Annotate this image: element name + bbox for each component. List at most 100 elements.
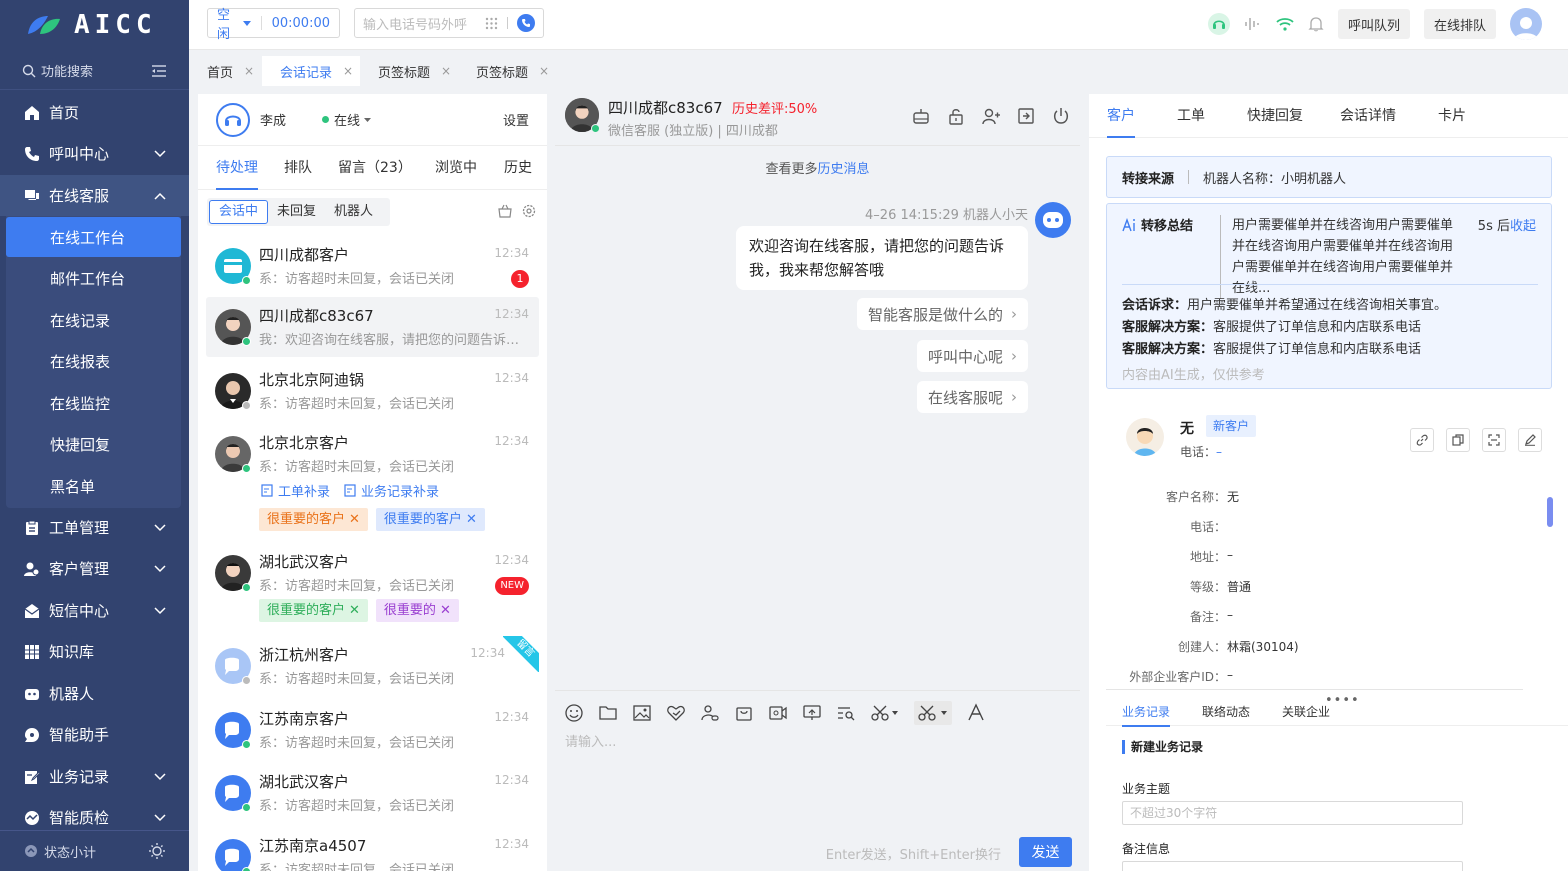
nav-assistant[interactable]: 智能助手 — [0, 714, 189, 755]
dial-input[interactable]: 输入电话号码外呼 — [354, 8, 544, 38]
close-icon[interactable]: ✕ — [349, 599, 360, 622]
scissors-hide-icon[interactable] — [914, 701, 952, 725]
close-icon[interactable]: × — [441, 64, 451, 78]
customer-tag[interactable]: 很重要的客户 ✕ — [259, 508, 368, 531]
status-summary[interactable]: 状态小计 — [0, 830, 189, 871]
filter-in-session[interactable]: 会话中 — [209, 200, 269, 224]
settings-link[interactable]: 设置 — [503, 110, 529, 129]
nav-home[interactable]: 首页 — [0, 92, 189, 133]
tab-quick-reply[interactable]: 快捷回复 — [1247, 94, 1303, 138]
tab-messages[interactable]: 留言（23） — [338, 146, 412, 190]
conversation-item[interactable]: 四川成都客户 12:34 系：访客超时未回复，会话已关闭 1 — [206, 236, 539, 296]
conversation-item[interactable]: 北京北京阿迪锅 12:34 系：访客超时未回复，会话已关闭 — [206, 361, 539, 421]
collapse-link[interactable]: 收起 — [1510, 219, 1536, 234]
quick-question-button[interactable]: 智能客服是做什么的 › — [856, 298, 1028, 330]
copy-icon[interactable] — [1446, 428, 1470, 452]
basket-icon[interactable] — [498, 204, 512, 218]
close-icon[interactable]: ✕ — [466, 508, 477, 531]
tab-queue[interactable]: 排队 — [284, 146, 312, 190]
page-tab-title-1[interactable]: 页签标题 × — [360, 56, 458, 86]
tab-related-company[interactable]: 关联企业 — [1282, 703, 1330, 725]
send-button[interactable]: 发送 — [1019, 837, 1072, 867]
customer-tag[interactable]: 很重要的 ✕ — [375, 599, 459, 622]
unlock-icon[interactable] — [946, 106, 966, 126]
message-input[interactable]: 请输入... — [565, 731, 616, 750]
sub-quick-reply[interactable]: 快捷回复 — [6, 424, 181, 464]
page-tab-home[interactable]: 首页 × — [189, 56, 262, 86]
keypad-icon[interactable] — [485, 17, 498, 30]
image-icon[interactable] — [632, 703, 652, 723]
conversation-item[interactable]: 江苏南京客户 12:34 系：访客超时未回复，会话已关闭 — [206, 700, 539, 760]
conversation-item[interactable]: 湖北武汉客户 12:34 系：访客超时未回复，会话已关闭 NEW 很重要的客户 ✕… — [206, 543, 539, 633]
headset-status-icon[interactable] — [1207, 13, 1230, 35]
note-input[interactable] — [1122, 861, 1463, 871]
video-icon[interactable] — [768, 703, 788, 723]
close-icon[interactable]: × — [539, 64, 549, 78]
customer-tag[interactable]: 很重要的客户 ✕ — [259, 599, 368, 622]
screen-share-icon[interactable] — [802, 703, 822, 723]
ticket-supplement-link[interactable]: 工单补录 — [261, 481, 330, 500]
agent-status-selector[interactable]: 空闲 00:00:00 — [207, 8, 340, 42]
tab-cards[interactable]: 卡片 — [1438, 94, 1466, 138]
sub-email-workbench[interactable]: 邮件工作台 — [6, 258, 181, 298]
sub-online-reports[interactable]: 在线报表 — [6, 341, 181, 381]
text-format-icon[interactable] — [966, 703, 986, 723]
conversation-item[interactable]: 江苏南京a4507 12:34 系：访客超时未回复，会话已关闭 — [206, 827, 539, 871]
conversation-item-selected[interactable]: 四川成都c83c67 12:34 我：欢迎咨询在线客服，请把您的问题告诉我，我来… — [206, 297, 539, 357]
close-icon[interactable]: × — [244, 64, 254, 78]
sub-online-workbench[interactable]: 在线工作台 — [6, 217, 181, 257]
filter-robot[interactable]: 机器人 — [325, 200, 382, 224]
conversation-item[interactable]: 浙江杭州客户 12:34 系：访客超时未回复，会话已关闭 留言 — [206, 636, 539, 696]
transfer-icon[interactable] — [1016, 106, 1036, 126]
conversation-item[interactable]: 北京北京客户 12:34 系：访客超时未回复，会话已关闭 工单补录 业务记录补录… — [206, 424, 539, 536]
gear-icon[interactable] — [522, 204, 536, 218]
nav-business-records[interactable]: 业务记录 — [0, 756, 189, 797]
filter-no-reply[interactable]: 未回复 — [268, 200, 325, 224]
sub-blacklist[interactable]: 黑名单 — [6, 466, 181, 506]
tab-pending[interactable]: 待处理 — [216, 146, 258, 190]
nav-ticket[interactable]: 工单管理 — [0, 507, 189, 548]
sun-icon[interactable] — [149, 843, 165, 859]
nav-robot[interactable]: 机器人 — [0, 673, 189, 714]
call-button[interactable] — [517, 14, 535, 32]
heart-hand-icon[interactable] — [666, 703, 686, 723]
tab-browsing[interactable]: 浏览中 — [435, 146, 477, 190]
nav-sms[interactable]: 短信中心 — [0, 590, 189, 631]
sub-online-monitor[interactable]: 在线监控 — [6, 383, 181, 423]
folder-icon[interactable] — [598, 703, 618, 723]
tab-contact-activity[interactable]: 联络动态 — [1202, 703, 1250, 725]
function-search[interactable]: 功能搜索 — [0, 52, 189, 90]
subject-input[interactable]: 不超过30个字符 — [1122, 801, 1463, 825]
robot-icon[interactable] — [911, 106, 931, 126]
user-avatar[interactable] — [1510, 8, 1542, 40]
collapse-menu-icon[interactable] — [151, 64, 167, 78]
sub-online-records[interactable]: 在线记录 — [6, 300, 181, 340]
nav-call-center[interactable]: 呼叫中心 — [0, 133, 189, 174]
nav-knowledge[interactable]: 知识库 — [0, 631, 189, 672]
call-queue-button[interactable]: 呼叫队列 — [1337, 9, 1410, 39]
emoji-icon[interactable] — [564, 703, 584, 723]
tab-history[interactable]: 历史 — [504, 146, 532, 190]
close-icon[interactable]: ✕ — [440, 599, 451, 622]
quick-question-button[interactable]: 呼叫中心呢 › — [916, 340, 1028, 372]
tab-session-details[interactable]: 会话详情 — [1340, 94, 1396, 138]
business-supplement-link[interactable]: 业务记录补录 — [344, 481, 439, 500]
close-icon[interactable]: × — [343, 64, 353, 78]
page-tab-session-records[interactable]: 会话记录 × — [262, 56, 360, 86]
agent-online-status[interactable]: 在线 — [322, 110, 503, 129]
side-scroll-handle[interactable] — [1547, 497, 1553, 527]
bag-icon[interactable] — [734, 703, 754, 723]
nav-customer[interactable]: 客户管理 — [0, 548, 189, 589]
search-text-icon[interactable] — [836, 703, 856, 723]
link-icon[interactable] — [1410, 428, 1434, 452]
audio-wave-icon[interactable] — [1244, 16, 1262, 32]
scan-icon[interactable] — [1482, 428, 1506, 452]
edit-icon[interactable] — [1518, 428, 1542, 452]
customer-tag[interactable]: 很重要的客户 ✕ — [375, 508, 485, 531]
history-messages-link[interactable]: 历史消息 — [818, 162, 870, 177]
tab-customer[interactable]: 客户 — [1107, 94, 1135, 138]
bell-icon[interactable] — [1308, 16, 1324, 32]
online-queue-button[interactable]: 在线排队 — [1423, 9, 1496, 39]
tab-business-records[interactable]: 业务记录 — [1122, 703, 1171, 727]
conversation-item[interactable]: 湖北武汉客户 12:34 系：访客超时未回复，会话已关闭 — [206, 763, 539, 823]
